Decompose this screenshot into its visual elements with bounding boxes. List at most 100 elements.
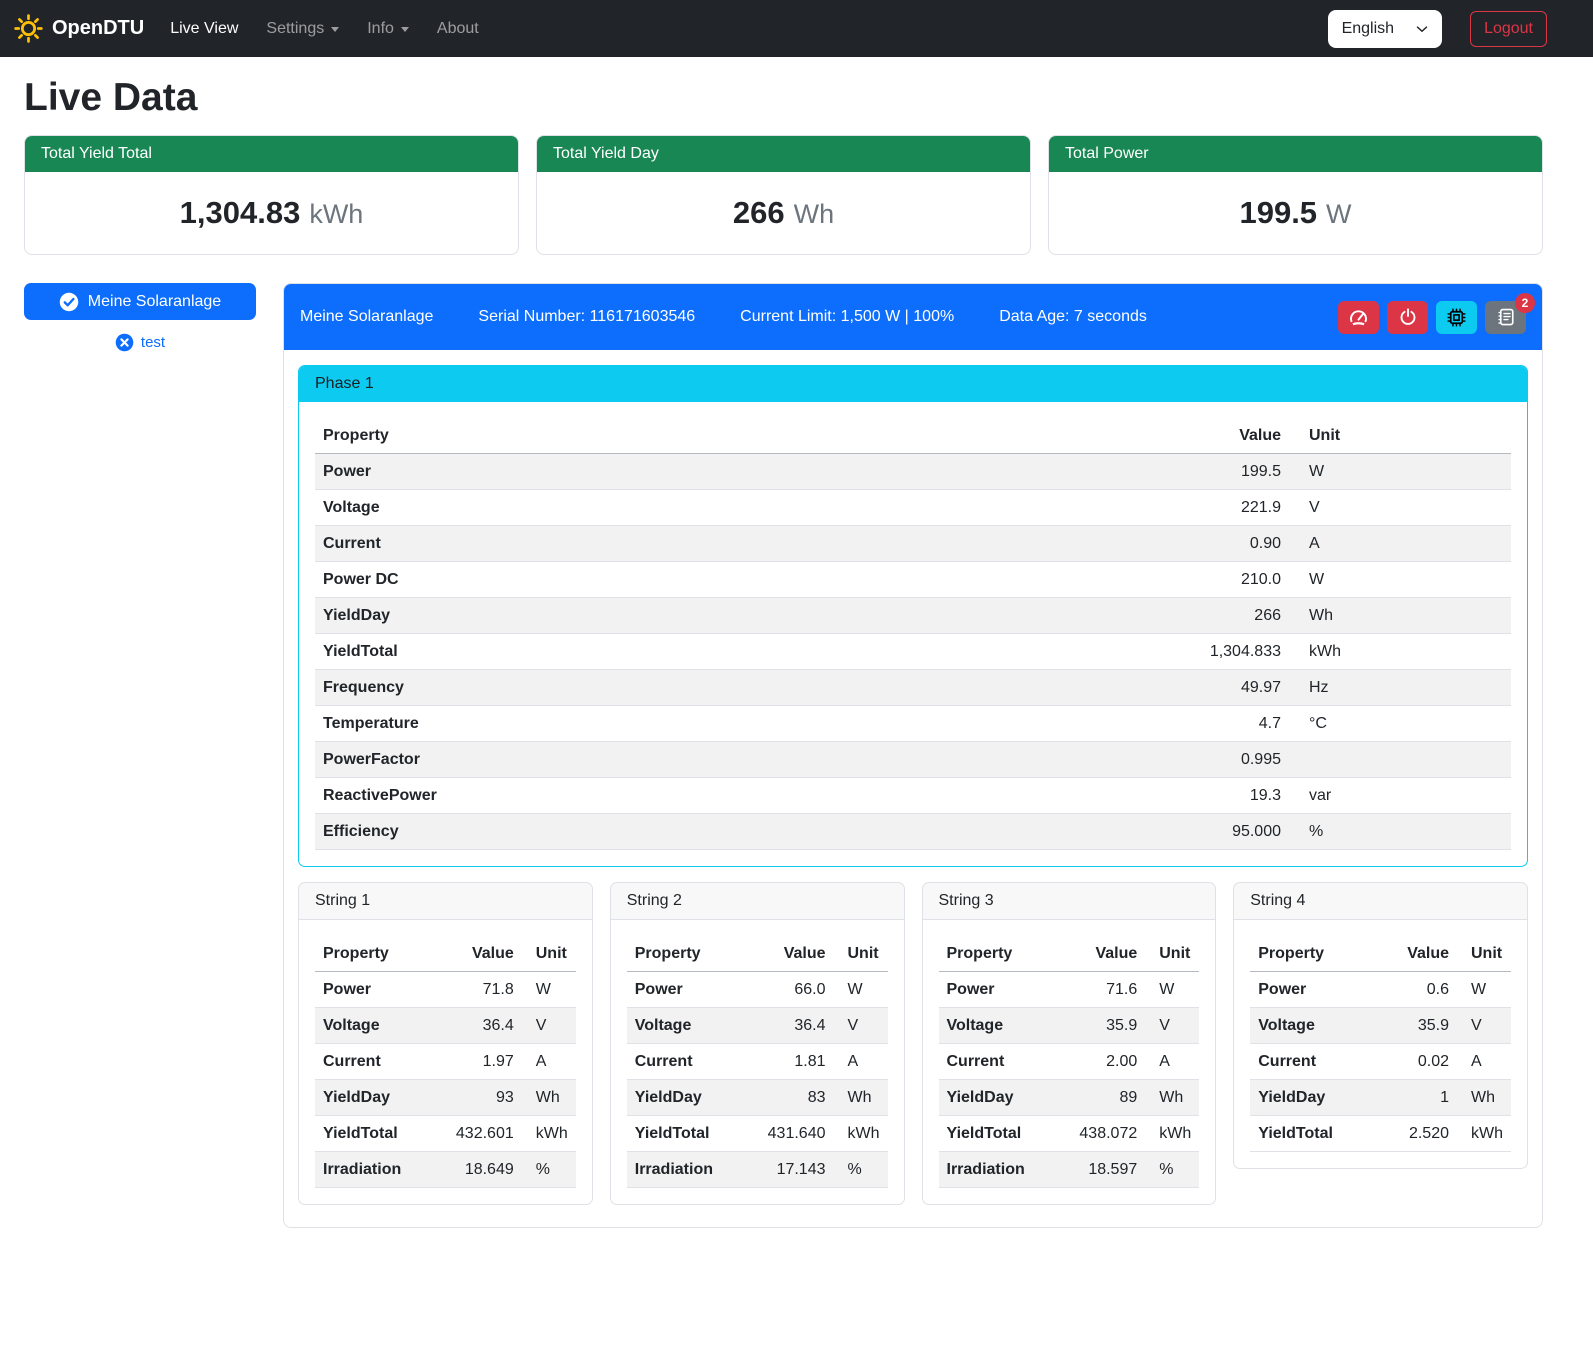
unit-cell: var	[1289, 778, 1511, 814]
value-cell: 83	[742, 1080, 834, 1116]
property-cell: Current	[627, 1044, 742, 1080]
power-icon	[1398, 307, 1418, 327]
logout-button[interactable]: Logout	[1470, 11, 1547, 47]
event-log-button[interactable]: 2	[1485, 301, 1526, 334]
inverter-card: Meine Solaranlage Serial Number: 1161716…	[283, 283, 1543, 1228]
column-header-property: Property	[315, 418, 1169, 454]
nav-item-settings[interactable]: Settings	[266, 12, 339, 46]
unit-cell: kWh	[1145, 1116, 1199, 1152]
card-title: Total Yield Day	[537, 136, 1030, 172]
table-header-row: PropertyValueUnit	[627, 936, 888, 972]
string-body: PropertyValueUnitPower71.6WVoltage35.9VC…	[923, 920, 1216, 1204]
property-cell: Irradiation	[627, 1152, 742, 1188]
table-header-row: PropertyValueUnit	[1250, 936, 1511, 972]
property-cell: Current	[939, 1044, 1054, 1080]
unit-cell: %	[522, 1152, 576, 1188]
card-total-power: Total Power 199.5W	[1048, 135, 1543, 255]
nav-item-info[interactable]: Info	[367, 12, 409, 46]
table-row: YieldDay83Wh	[627, 1080, 888, 1116]
unit-cell	[1289, 742, 1511, 778]
unit-cell: %	[834, 1152, 888, 1188]
unit-cell: A	[522, 1044, 576, 1080]
table-row: Current2.00A	[939, 1044, 1200, 1080]
property-cell: Voltage	[939, 1008, 1054, 1044]
property-cell: YieldTotal	[1250, 1116, 1365, 1152]
unit-cell: V	[1289, 490, 1511, 526]
unit-cell: W	[1289, 562, 1511, 598]
property-cell: YieldDay	[939, 1080, 1054, 1116]
limit-settings-button[interactable]	[1338, 301, 1379, 334]
unit-cell: kWh	[522, 1116, 576, 1152]
property-cell: YieldTotal	[315, 634, 1169, 670]
string-card-3: String 3 PropertyValueUnitPower71.6WVolt…	[922, 882, 1217, 1205]
device-info-button[interactable]	[1436, 301, 1477, 334]
unit-cell: Wh	[1457, 1080, 1511, 1116]
table-row: Voltage35.9V	[1250, 1008, 1511, 1044]
property-cell: ReactivePower	[315, 778, 1169, 814]
cpu-icon	[1446, 307, 1467, 328]
check-circle-icon	[59, 292, 79, 312]
table-row: Power66.0W	[627, 972, 888, 1008]
nav-item-label: Live View	[170, 20, 238, 38]
table-row: YieldTotal2.520kWh	[1250, 1116, 1511, 1152]
chevron-down-icon	[331, 27, 339, 32]
unit-cell: V	[834, 1008, 888, 1044]
value-cell: 71.6	[1053, 972, 1145, 1008]
table-row: Voltage35.9V	[939, 1008, 1200, 1044]
value-cell: 432.601	[430, 1116, 522, 1152]
unit-cell: kWh	[834, 1116, 888, 1152]
column-header-property: Property	[315, 936, 430, 972]
column-header-property: Property	[627, 936, 742, 972]
column-header-value: Value	[742, 936, 834, 972]
property-cell: Frequency	[315, 670, 1169, 706]
inverter-select-test[interactable]: test	[24, 333, 256, 352]
value-cell: 95.000	[1169, 814, 1289, 850]
value-cell: 35.9	[1365, 1008, 1457, 1044]
string-body: PropertyValueUnitPower71.8WVoltage36.4VC…	[299, 920, 592, 1204]
table-row: YieldDay89Wh	[939, 1080, 1200, 1116]
table-row: YieldDay93Wh	[315, 1080, 576, 1116]
column-header-property: Property	[1250, 936, 1365, 972]
language-select[interactable]: English	[1328, 10, 1442, 48]
string-table: PropertyValueUnitPower66.0WVoltage36.4VC…	[627, 936, 888, 1188]
value-cell: 17.143	[742, 1152, 834, 1188]
table-header-row: PropertyValueUnit	[315, 936, 576, 972]
table-row: Irradiation18.649%	[315, 1152, 576, 1188]
card-total-yield-total: Total Yield Total 1,304.83kWh	[24, 135, 519, 255]
table-row: Power71.6W	[939, 972, 1200, 1008]
nav-item-label: About	[437, 20, 479, 38]
column-header-unit: Unit	[1457, 936, 1511, 972]
property-cell: YieldDay	[627, 1080, 742, 1116]
column-header-value: Value	[1169, 418, 1289, 454]
value-cell: 89	[1053, 1080, 1145, 1116]
table-row: Efficiency95.000%	[315, 814, 1511, 850]
unit-cell: kWh	[1457, 1116, 1511, 1152]
nav-item-about[interactable]: About	[437, 12, 479, 46]
table-row: YieldTotal431.640kWh	[627, 1116, 888, 1152]
value-cell: 36.4	[430, 1008, 522, 1044]
brand[interactable]: OpenDTU	[14, 14, 144, 43]
inverter-name: Meine Solaranlage	[300, 308, 433, 326]
value-cell: 0.6	[1365, 972, 1457, 1008]
table-row: YieldTotal1,304.833kWh	[315, 634, 1511, 670]
value-cell: 266	[1169, 598, 1289, 634]
string-card-1: String 1 PropertyValueUnitPower71.8WVolt…	[298, 882, 593, 1205]
column-header-unit: Unit	[834, 936, 888, 972]
table-row: Current1.81A	[627, 1044, 888, 1080]
inverter-header: Meine Solaranlage Serial Number: 1161716…	[284, 284, 1542, 350]
string-table: PropertyValueUnitPower0.6WVoltage35.9VCu…	[1250, 936, 1511, 1152]
card-unit: W	[1326, 199, 1351, 229]
table-row: Current0.02A	[1250, 1044, 1511, 1080]
column-header-unit: Unit	[1145, 936, 1199, 972]
table-row: Voltage36.4V	[315, 1008, 576, 1044]
property-cell: Irradiation	[939, 1152, 1054, 1188]
power-button[interactable]	[1387, 301, 1428, 334]
property-cell: Temperature	[315, 706, 1169, 742]
chevron-down-icon	[401, 27, 409, 32]
column-header-value: Value	[1053, 936, 1145, 972]
navbar: OpenDTU Live View Settings Info About En…	[0, 0, 1593, 57]
inverter-select-button[interactable]: Meine Solaranlage	[24, 283, 256, 320]
card-title: Total Yield Total	[25, 136, 518, 172]
string-body: PropertyValueUnitPower66.0WVoltage36.4VC…	[611, 920, 904, 1204]
nav-item-live-view[interactable]: Live View	[170, 12, 238, 46]
